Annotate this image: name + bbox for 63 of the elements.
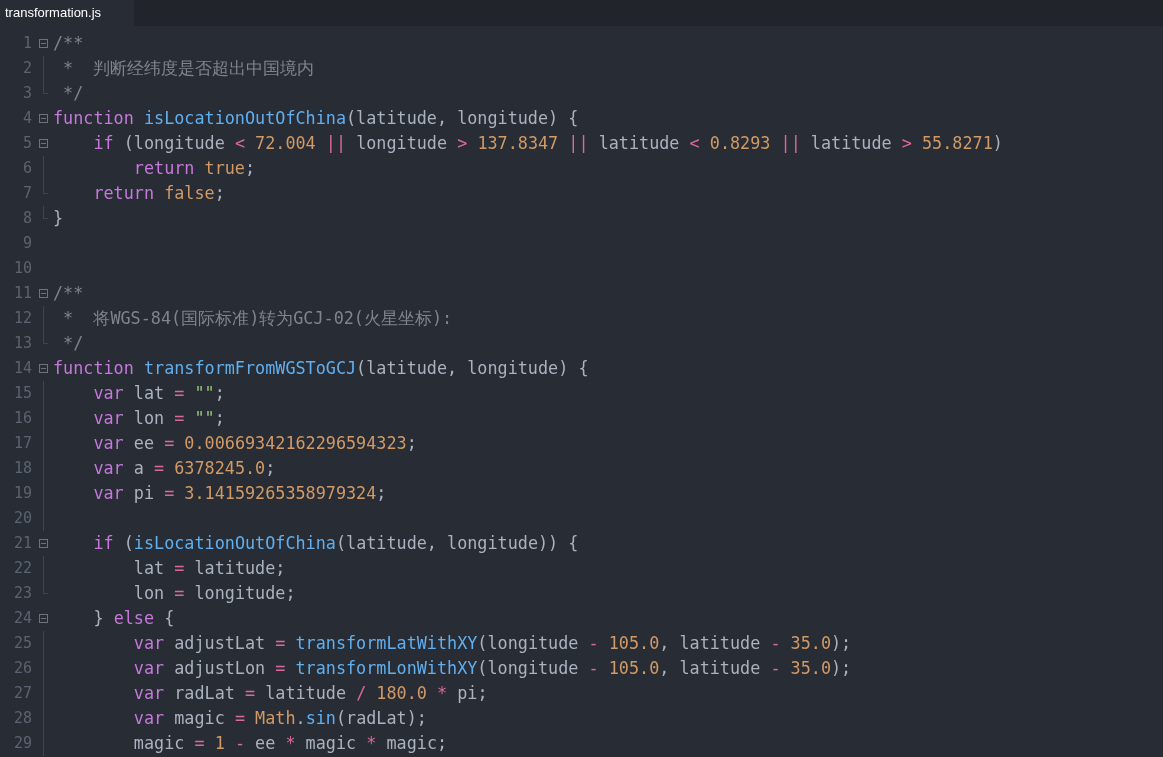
line-number: 18 <box>12 458 33 480</box>
fold-toggle-icon[interactable] <box>39 614 48 623</box>
line-number: 24 <box>12 608 33 630</box>
line-number: 11 <box>12 283 33 305</box>
line-number: 8 <box>21 208 33 230</box>
code-line: return false; <box>92 182 225 205</box>
line-number: 20 <box>12 508 33 530</box>
code-line: var pi = 3.14159265358979324; <box>92 482 387 505</box>
code-line: * 将WGS-84(国际标准)转为GCJ-02(火星坐标): <box>62 307 453 330</box>
code-line: var ee = 0.00669342162296594323; <box>92 432 417 455</box>
fold-toggle-icon[interactable] <box>39 139 48 148</box>
code-line: function isLocationOutOfChina(latitude, longitude) { <box>53 107 579 130</box>
fold-toggle-icon[interactable] <box>39 364 48 373</box>
code-line: /** <box>53 32 84 55</box>
line-number: 10 <box>12 258 33 280</box>
line-number: 25 <box>12 633 33 655</box>
code-line: } else { <box>92 607 175 630</box>
line-number: 16 <box>12 408 33 430</box>
code-line: * 判断经纬度是否超出中国境内 <box>62 57 315 80</box>
line-number: 1 <box>21 33 33 55</box>
fold-toggle-icon[interactable] <box>39 539 48 548</box>
line-number: 21 <box>12 533 33 555</box>
fold-toggle-icon[interactable] <box>39 39 48 48</box>
line-number: 23 <box>12 583 33 605</box>
line-number: 2 <box>21 58 33 80</box>
code-line: */ <box>62 332 84 355</box>
line-number: 15 <box>12 383 33 405</box>
line-number: 3 <box>21 83 33 105</box>
code-line: function transformFromWGSToGCJ(latitude, longitude) { <box>53 357 589 380</box>
line-number: 17 <box>12 433 33 455</box>
code-line: var lon = ""; <box>92 407 225 430</box>
code-line: lat = latitude; <box>132 557 286 580</box>
line-number: 4 <box>21 108 33 130</box>
line-number: 12 <box>12 308 33 330</box>
code-line: var radLat = latitude / 180.0 * pi; <box>132 682 488 705</box>
code-line: var adjustLat = transformLatWithXY(longitude - 105.0, latitude - 35.0); <box>132 632 852 655</box>
line-number: 5 <box>21 133 33 155</box>
line-number: 9 <box>21 233 33 255</box>
line-number: 29 <box>12 733 33 755</box>
line-number: 7 <box>21 183 33 205</box>
line-number: 28 <box>12 708 33 730</box>
file-tab[interactable]: transformation.js <box>0 0 134 26</box>
code-line: lon = longitude; <box>132 582 296 605</box>
line-number: 19 <box>12 483 33 505</box>
code-line: magic = 1 - ee * magic * magic; <box>132 732 448 755</box>
code-line: var lat = ""; <box>92 382 225 405</box>
line-number: 13 <box>12 333 33 355</box>
line-number: 22 <box>12 558 33 580</box>
line-number: 26 <box>12 658 33 680</box>
line-number: 27 <box>12 683 33 705</box>
code-line: /** <box>53 282 84 305</box>
code-line: */ <box>62 82 84 105</box>
code-line: var magic = Math.sin(radLat); <box>132 707 427 730</box>
fold-toggle-icon[interactable] <box>39 289 48 298</box>
code-line: if (longitude < 72.004 || longitude > 137.8347 || latitude < 0.8293 || latitude > 55.8271) <box>92 132 1003 155</box>
code-line: if (isLocationOutOfChina(latitude, longitude)) { <box>92 532 579 555</box>
code-line: var a = 6378245.0; <box>92 457 276 480</box>
line-number: 14 <box>12 358 33 380</box>
code-line: return true; <box>132 157 256 180</box>
code-line: var adjustLon = transformLonWithXY(longitude - 105.0, latitude - 35.0); <box>132 657 852 680</box>
fold-toggle-icon[interactable] <box>39 114 48 123</box>
code-line: } <box>53 207 64 230</box>
line-number: 6 <box>21 158 33 180</box>
